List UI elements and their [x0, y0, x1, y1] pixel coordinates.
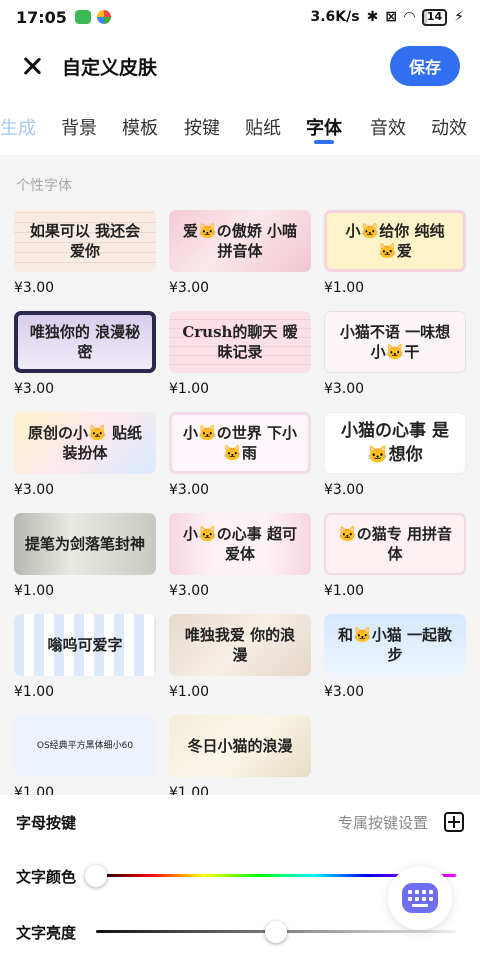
tab-sound[interactable]: 音效 [370, 114, 406, 140]
keyboard-icon [402, 883, 438, 913]
font-card[interactable]: 冬日小猫的浪漫 ¥1.00 [169, 715, 311, 801]
letter-keys-row: 字母按键 专属按键设置 [0, 807, 480, 837]
battery-icon: 14 [421, 8, 448, 26]
text-color-slider-thumb[interactable] [85, 865, 107, 887]
font-price: ¥3.00 [14, 482, 55, 498]
section-title: 个性字体 [16, 178, 72, 194]
font-card[interactable]: 唯独你的 浪漫秘密 ¥3.00 [14, 311, 156, 397]
font-preview: 小🐱の心事 超可爱体 [169, 513, 311, 575]
network-speed: 3.6K/s [310, 9, 360, 25]
font-price: ¥3.00 [169, 482, 210, 498]
font-price: ¥3.00 [324, 381, 365, 397]
font-card[interactable]: 小猫の心事 是🐱想你 ¥3.00 [324, 412, 466, 498]
tab-bar: 生成 背景 模板 按键 贴纸 字体 音效 动效 [0, 104, 480, 150]
tab-background[interactable]: 背景 [61, 114, 97, 140]
font-card[interactable]: 小猫不语 一味想小🐱干 ¥3.00 [324, 311, 466, 397]
font-card[interactable]: 小🐱の心事 超可爱体 ¥3.00 [169, 513, 311, 599]
font-preview: 原创の小🐱 贴纸装扮体 [14, 412, 156, 474]
font-price: ¥3.00 [14, 381, 55, 397]
font-price: ¥1.00 [169, 381, 210, 397]
font-price: ¥3.00 [169, 583, 210, 599]
font-preview: 唯独我爱 你的浪漫 [169, 614, 311, 676]
exclusive-key-settings-link[interactable]: 专属按键设置 [338, 812, 428, 833]
font-preview: 提笔为剑落笔封神 [14, 513, 156, 575]
tab-font[interactable]: 字体 [306, 114, 342, 140]
wechat-icon [74, 10, 91, 24]
page-title: 自定义皮肤 [62, 56, 158, 79]
font-card[interactable]: 爱🐱の傲娇 小喵拼音体 ¥3.00 [169, 210, 311, 296]
letter-keys-label: 字母按键 [16, 813, 77, 832]
font-price: ¥1.00 [169, 684, 210, 700]
font-preview: OS经典平方黑体细小60 [14, 715, 156, 777]
app-notification-icon [96, 10, 111, 24]
font-card[interactable]: OS经典平方黑体细小60 ¥1.00 [14, 715, 156, 801]
font-price: ¥3.00 [324, 684, 365, 700]
save-button[interactable]: 保存 [390, 46, 460, 86]
font-card[interactable]: 唯独我爱 你的浪漫 ¥1.00 [169, 614, 311, 700]
bluetooth-icon: ✱ [366, 9, 379, 25]
font-preview: 冬日小猫的浪漫 [169, 715, 311, 777]
font-price: ¥3.00 [324, 482, 365, 498]
tab-generate[interactable]: 生成 [0, 114, 36, 140]
keyboard-fab-button[interactable] [388, 866, 452, 930]
font-card[interactable]: 原创の小🐱 贴纸装扮体 ¥3.00 [14, 412, 156, 498]
font-card[interactable]: 和🐱小猫 一起散步 ¥3.00 [324, 614, 466, 700]
font-card[interactable]: 提笔为剑落笔封神 ¥1.00 [14, 513, 156, 599]
font-price: ¥1.00 [14, 583, 55, 599]
status-bar: 17:05 3.6K/s ✱ ⊠ ◠ 14 ⚡ [0, 0, 480, 34]
active-tab-indicator [314, 140, 334, 144]
font-preview: 小猫不语 一味想小🐱干 [324, 311, 466, 373]
text-color-label: 文字颜色 [16, 867, 77, 886]
font-preview: 🐱の猫专 用拼音体 [324, 513, 466, 575]
font-preview: 和🐱小猫 一起散步 [324, 614, 466, 676]
font-preview: 小🐱の世界 下小🐱雨 [169, 412, 311, 474]
no-sim-icon: ⊠ [385, 9, 398, 25]
font-list: 个性字体 如果可以 我还会爱你 ¥3.00 爱🐱の傲娇 小喵拼音体 ¥3.00 … [0, 155, 480, 801]
font-price: ¥3.00 [169, 280, 210, 296]
font-price: ¥1.00 [14, 684, 55, 700]
font-preview: Crush的聊天 暧昧记录 [169, 311, 311, 373]
font-card[interactable]: 如果可以 我还会爱你 ¥3.00 [14, 210, 156, 296]
font-price: ¥1.00 [324, 280, 365, 296]
text-brightness-label: 文字亮度 [16, 923, 77, 942]
font-preview: 爱🐱の傲娇 小喵拼音体 [169, 210, 311, 272]
font-preview: 如果可以 我还会爱你 [14, 210, 156, 272]
tab-stickers[interactable]: 贴纸 [245, 114, 281, 140]
font-card[interactable]: Crush的聊天 暧昧记录 ¥1.00 [169, 311, 311, 397]
tab-animation[interactable]: 动效 [431, 114, 467, 140]
font-card[interactable]: 小🐱给你 纯纯🐱爱 ¥1.00 [324, 210, 466, 296]
font-preview: 唯独你的 浪漫秘密 [14, 311, 156, 373]
font-preview: 小猫の心事 是🐱想你 [324, 412, 466, 474]
tab-keys[interactable]: 按键 [184, 114, 220, 140]
text-brightness-slider-thumb[interactable] [265, 921, 287, 943]
close-icon[interactable] [20, 54, 44, 78]
font-card[interactable]: 小🐱の世界 下小🐱雨 ¥3.00 [169, 412, 311, 498]
font-card[interactable]: 🐱の猫专 用拼音体 ¥1.00 [324, 513, 466, 599]
battery-level: 14 [426, 10, 443, 23]
header: 自定义皮肤 保存 [0, 34, 480, 98]
add-icon[interactable] [444, 812, 464, 832]
tab-template[interactable]: 模板 [122, 114, 158, 140]
font-price: ¥1.00 [324, 583, 365, 599]
font-card[interactable]: 嗡呜可爱字 ¥1.00 [14, 614, 156, 700]
status-time: 17:05 [16, 7, 67, 27]
font-price: ¥3.00 [14, 280, 55, 296]
font-preview: 小🐱给你 纯纯🐱爱 [324, 210, 466, 272]
font-preview: 嗡呜可爱字 [14, 614, 156, 676]
charging-icon: ⚡ [454, 9, 464, 25]
wifi-icon: ◠ [404, 9, 415, 25]
